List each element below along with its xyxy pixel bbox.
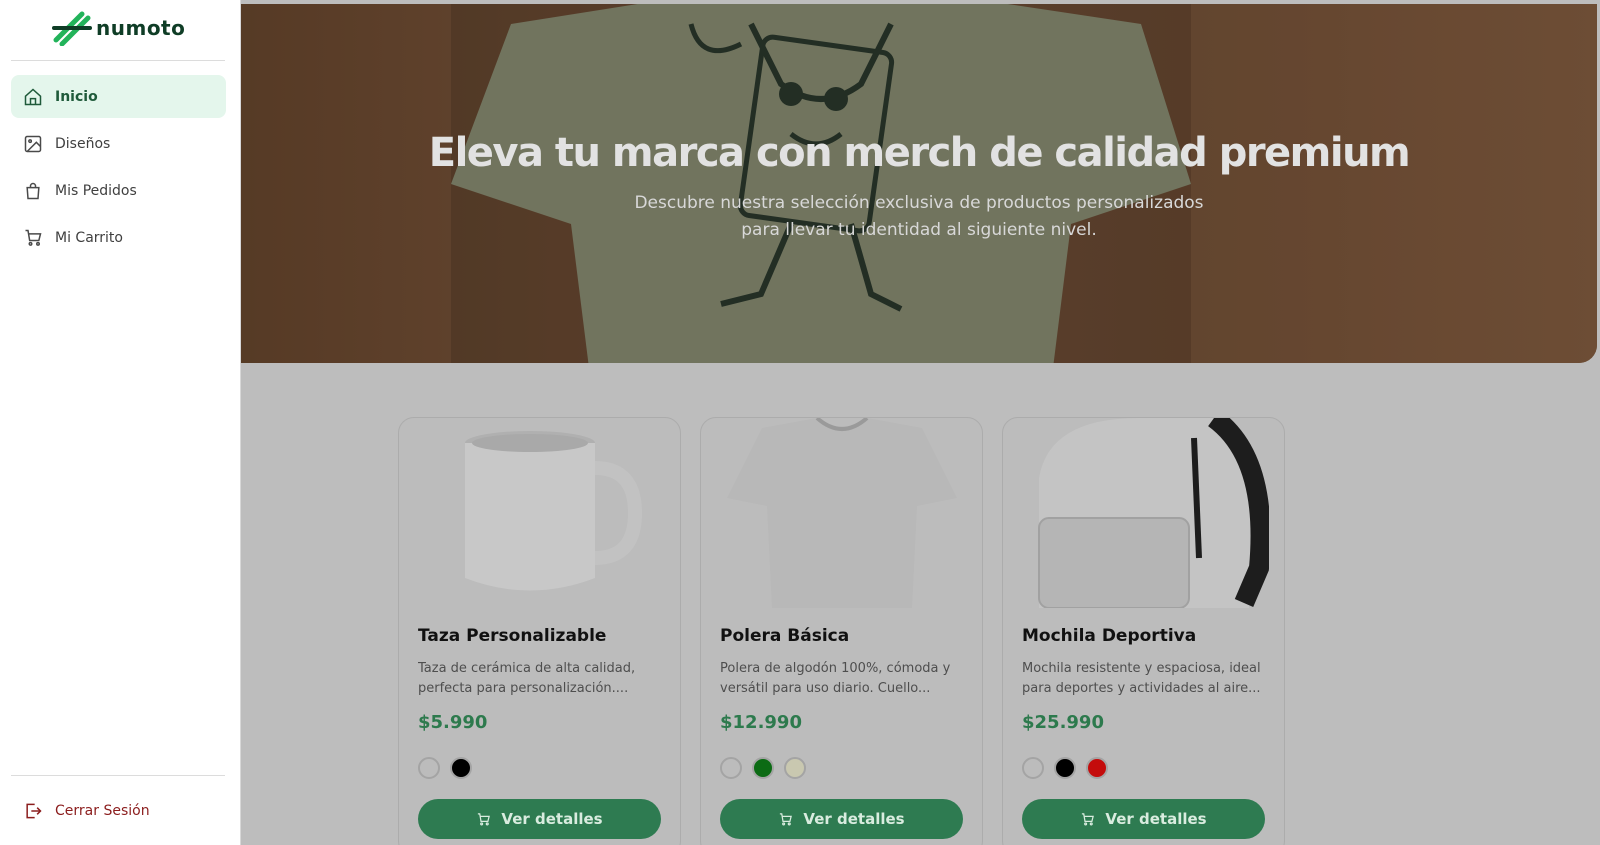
- color-swatch-white[interactable]: [1022, 757, 1044, 779]
- sidebar-item-label: Inicio: [55, 88, 98, 105]
- hero-title: Eleva tu marca con merch de calidad prem…: [428, 130, 1411, 176]
- home-icon: [24, 87, 42, 105]
- color-swatch-white[interactable]: [720, 757, 742, 779]
- product-description: Polera de algodón 100%, cómoda y versáti…: [720, 661, 951, 696]
- cart-icon: [25, 229, 42, 246]
- brand-name: numoto: [96, 16, 186, 40]
- sidebar-item-mis-pedidos[interactable]: Mis Pedidos: [11, 169, 226, 212]
- button-label: Ver detalles: [501, 810, 603, 828]
- color-swatches: [720, 757, 806, 779]
- color-swatches: [418, 757, 472, 779]
- product-image-backpack[interactable]: [1003, 418, 1284, 608]
- cart-icon: [1082, 812, 1095, 825]
- sidebar-nav: Inicio Diseños Mis Pedidos Mi Carrito: [11, 75, 226, 263]
- product-name: Taza Personalizable: [418, 626, 607, 646]
- mug-image: [464, 431, 642, 591]
- button-label: Ver detalles: [1105, 810, 1207, 828]
- sidebar-item-inicio[interactable]: Inicio: [11, 75, 226, 118]
- product-price: $5.990: [418, 712, 488, 733]
- hero-subtitle-line: Descubre nuestra selección exclusiva de …: [634, 193, 1204, 213]
- button-label: Ver detalles: [803, 810, 905, 828]
- cart-icon: [478, 812, 491, 825]
- logout-label: Cerrar Sesión: [55, 803, 150, 819]
- tshirt-image: [726, 418, 957, 608]
- product-price: $25.990: [1022, 712, 1104, 733]
- logout-icon: [26, 803, 42, 819]
- product-description: Mochila resistente y espaciosa, ideal pa…: [1022, 661, 1261, 696]
- view-details-button[interactable]: Ver detalles: [1022, 799, 1265, 839]
- product-image-mug[interactable]: [399, 418, 680, 608]
- sidebar-divider: [11, 775, 225, 776]
- product-name: Mochila Deportiva: [1022, 626, 1197, 646]
- product-price: $12.990: [720, 712, 802, 733]
- shopping-bag-icon: [26, 182, 40, 199]
- sidebar-divider: [11, 60, 225, 61]
- sidebar-item-disenos[interactable]: Diseños: [11, 122, 226, 165]
- cart-icon: [780, 812, 793, 825]
- hero-subtitle-line: para llevar tu identidad al siguiente ni…: [741, 220, 1097, 240]
- hero-subtitle: Descubre nuestra selección exclusiva de …: [541, 190, 1297, 244]
- color-swatch-white[interactable]: [418, 757, 440, 779]
- color-swatch-black[interactable]: [450, 757, 472, 779]
- product-grid: Taza Personalizable Taza de cerámica de …: [398, 417, 1285, 845]
- product-image-tshirt[interactable]: [701, 418, 982, 608]
- main-content: Eleva tu marca con merch de calidad prem…: [241, 0, 1600, 845]
- color-swatch-beige[interactable]: [784, 757, 806, 779]
- product-card[interactable]: Taza Personalizable Taza de cerámica de …: [398, 417, 681, 845]
- color-swatch-black[interactable]: [1054, 757, 1076, 779]
- hero-banner: Eleva tu marca con merch de calidad prem…: [241, 4, 1597, 363]
- image-icon: [24, 135, 42, 152]
- view-details-button[interactable]: Ver detalles: [720, 799, 963, 839]
- brand-logo[interactable]: numoto: [52, 10, 185, 46]
- product-card[interactable]: Mochila Deportiva Mochila resistente y e…: [1002, 417, 1285, 845]
- sidebar-item-label: Diseños: [55, 135, 111, 152]
- color-swatch-red[interactable]: [1086, 757, 1108, 779]
- product-description: Taza de cerámica de alta calidad, perfec…: [418, 661, 636, 696]
- sidebar-item-label: Mi Carrito: [55, 229, 123, 246]
- product-card[interactable]: Polera Básica Polera de algodón 100%, có…: [700, 417, 983, 845]
- product-name: Polera Básica: [720, 626, 850, 646]
- sidebar-item-mi-carrito[interactable]: Mi Carrito: [11, 216, 226, 259]
- view-details-button[interactable]: Ver detalles: [418, 799, 661, 839]
- backpack-image: [1037, 418, 1269, 608]
- numoto-logo-icon: [52, 11, 92, 46]
- sidebar: numoto Inicio Diseños Mis Pedidos Mi Car…: [0, 0, 241, 845]
- hero-overlay: [241, 4, 1597, 363]
- logout-button[interactable]: Cerrar Sesión: [23, 801, 150, 821]
- sidebar-item-label: Mis Pedidos: [55, 182, 137, 199]
- color-swatches: [1022, 757, 1108, 779]
- color-swatch-green[interactable]: [752, 757, 774, 779]
